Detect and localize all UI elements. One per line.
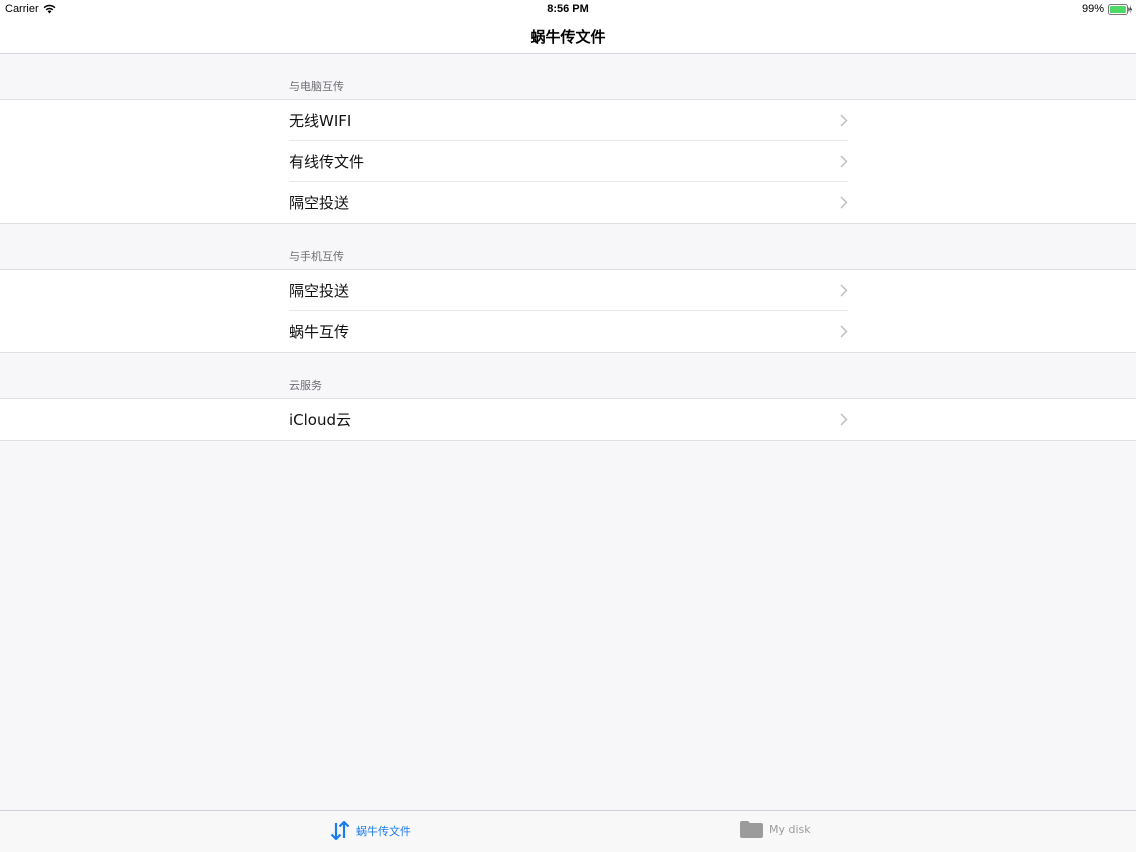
- tab-transfer-files[interactable]: 蜗牛传文件: [330, 821, 411, 840]
- row-label: 蜗牛互传: [289, 323, 350, 341]
- row-wireless-wifi[interactable]: 无线WIFI: [0, 100, 1136, 141]
- folder-icon: [740, 821, 763, 838]
- chevron-right-icon: [840, 413, 848, 426]
- chevron-right-icon: [840, 155, 848, 168]
- row-label: 隔空投送: [289, 194, 350, 212]
- tab-label: 蜗牛传文件: [356, 824, 411, 838]
- row-label: 隔空投送: [289, 281, 350, 300]
- tab-bar: 蜗牛传文件 My disk: [0, 810, 1136, 852]
- chevron-right-icon: [840, 284, 848, 297]
- chevron-right-icon: [840, 114, 848, 127]
- section-cloud-service: iCloud云: [0, 398, 1136, 441]
- section-header-label: 云服务: [289, 379, 322, 392]
- battery-charging-icon: [1108, 3, 1132, 15]
- battery-percent: 99%: [1081, 3, 1104, 15]
- chevron-right-icon: [840, 196, 848, 209]
- transfer-arrows-icon: [330, 821, 350, 840]
- battery-indicator: 99%: [1082, 3, 1132, 15]
- section-header-computer: 与电脑互传: [0, 54, 1136, 99]
- status-bar: Carrier 8:56 PM 99%: [0, 0, 1136, 20]
- settings-table: 与电脑互传 无线WIFI 有线传文件 隔空投送 与手机互传 隔空投送 蜗牛互传 …: [0, 54, 1136, 441]
- chevron-right-icon: [840, 325, 848, 338]
- section-header-label: 与电脑互传: [289, 80, 344, 93]
- tab-my-disk[interactable]: My disk: [740, 821, 811, 838]
- row-airdrop-computer[interactable]: 隔空投送: [0, 182, 1136, 223]
- row-icloud[interactable]: iCloud云: [0, 399, 1136, 440]
- row-label: 有线传文件: [289, 152, 365, 171]
- row-label: 无线WIFI: [289, 111, 352, 130]
- section-computer-transfer: 无线WIFI 有线传文件 隔空投送: [0, 99, 1136, 224]
- section-header-cloud: 云服务: [0, 353, 1136, 398]
- navigation-bar: 蜗牛传文件: [0, 20, 1136, 54]
- page-title: 蜗牛传文件: [530, 28, 606, 46]
- section-phone-transfer: 隔空投送 蜗牛互传: [0, 269, 1136, 353]
- section-header-label: 与手机互传: [289, 250, 344, 263]
- row-snail-mutual-transfer[interactable]: 蜗牛互传: [0, 311, 1136, 352]
- row-label: iCloud云: [289, 411, 352, 429]
- row-wired-transfer[interactable]: 有线传文件: [0, 141, 1136, 182]
- status-time: 8:56 PM: [547, 3, 589, 15]
- tab-label: My disk: [769, 823, 811, 836]
- section-header-phone: 与手机互传: [0, 224, 1136, 269]
- row-airdrop-phone[interactable]: 隔空投送: [0, 270, 1136, 311]
